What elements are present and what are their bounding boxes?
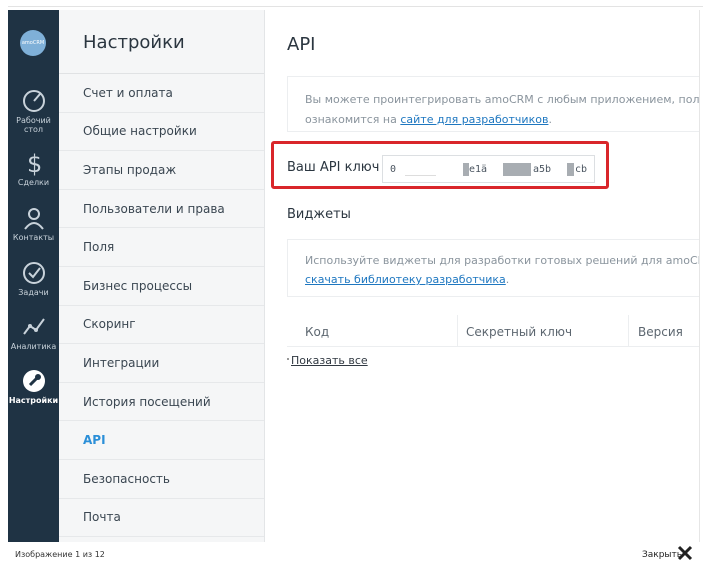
info-text-2: ознакомится на [305,113,401,126]
settings-menu: Настройки Счет и оплата Общие настройки … [59,10,265,542]
api-info-box: Вы можете проинтегрировать amoCRM с любы… [287,76,700,132]
bullet-dot [287,358,289,360]
menu-item-billing[interactable]: Счет и оплата [59,74,264,113]
show-all-link[interactable]: Показать все [291,354,368,367]
column-divider [457,315,458,347]
tasks-icon [22,262,45,284]
rail-item-dashboard[interactable]: Рабочий стол [8,88,59,134]
settings-icon [22,370,45,392]
image-counter: Изображение 1 из 12 [15,550,105,559]
menu-item-users[interactable]: Пользователи и права [59,190,264,229]
widgets-tail: . [505,273,510,286]
developer-site-link[interactable]: сайте для разработчиков [400,113,548,126]
column-divider [628,315,629,347]
info-text: Вы можете проинтегрировать amoCRM с любы… [305,93,700,106]
rail-item-tasks[interactable]: Задачи [8,260,59,297]
screenshot-area: amoCRM Рабочий стол $ Сделки Контакты За… [8,10,700,542]
widgets-title: Виджеты [287,207,351,222]
nav-rail: amoCRM Рабочий стол $ Сделки Контакты За… [8,10,59,542]
widgets-table-header: Код Секретный ключ Версия [287,315,699,347]
lightbox: amoCRM Рабочий стол $ Сделки Контакты За… [0,0,711,575]
menu-item-api[interactable]: API [59,421,264,460]
menu-item-general[interactable]: Общие настройки [59,113,264,152]
rail-item-settings[interactable]: Настройки [8,368,59,405]
menu-item-business-processes[interactable]: Бизнес процессы [59,267,264,306]
menu-item-scoring[interactable]: Скоринг [59,306,264,345]
widgets-info-box: Используйте виджеты для разработки готов… [287,239,699,297]
svg-text:$: $ [27,150,42,176]
column-version[interactable]: Версия [638,325,683,339]
rail-label: Сделки [17,178,50,187]
info-tail: . [548,113,552,126]
dashboard-icon [22,90,45,112]
column-secret-key[interactable]: Секретный ключ [466,325,572,339]
highlight-box [271,141,609,189]
deals-icon: $ [27,150,42,176]
widgets-text: Используйте виджеты для разработки готов… [305,254,699,267]
analytics-icon [22,318,45,335]
column-code[interactable]: Код [305,325,329,339]
rail-label: Аналитика [10,342,57,351]
app-logo[interactable]: amoCRM [20,30,46,56]
page-title: API [287,34,316,55]
main-content: API Вы можете проинтегрировать amoCRM с … [266,10,700,542]
rail-label: стол [23,125,44,134]
menu-title: Настройки [59,10,264,74]
rail-label: Контакты [12,233,55,242]
rail-label: Задачи [18,288,49,297]
menu-item-visit-history[interactable]: История посещений [59,383,264,422]
menu-item-fields[interactable]: Поля [59,228,264,267]
download-library-link[interactable]: скачать библиотеку разработчика [305,273,506,286]
rail-label: Рабочий [16,116,51,125]
rail-item-analytics[interactable]: Аналитика [8,314,59,351]
close-icon[interactable] [677,545,693,561]
top-divider [8,6,703,7]
rail-item-contacts[interactable]: Контакты [8,205,59,242]
menu-item-security[interactable]: Безопасность [59,460,264,499]
menu-item-pipeline[interactable]: Этапы продаж [59,151,264,190]
menu-item-integrations[interactable]: Интеграции [59,344,264,383]
rail-label: Настройки [8,396,59,405]
rail-item-deals[interactable]: $ Сделки [8,150,59,187]
contacts-icon [23,208,44,230]
menu-item-mail[interactable]: Почта [59,499,264,538]
